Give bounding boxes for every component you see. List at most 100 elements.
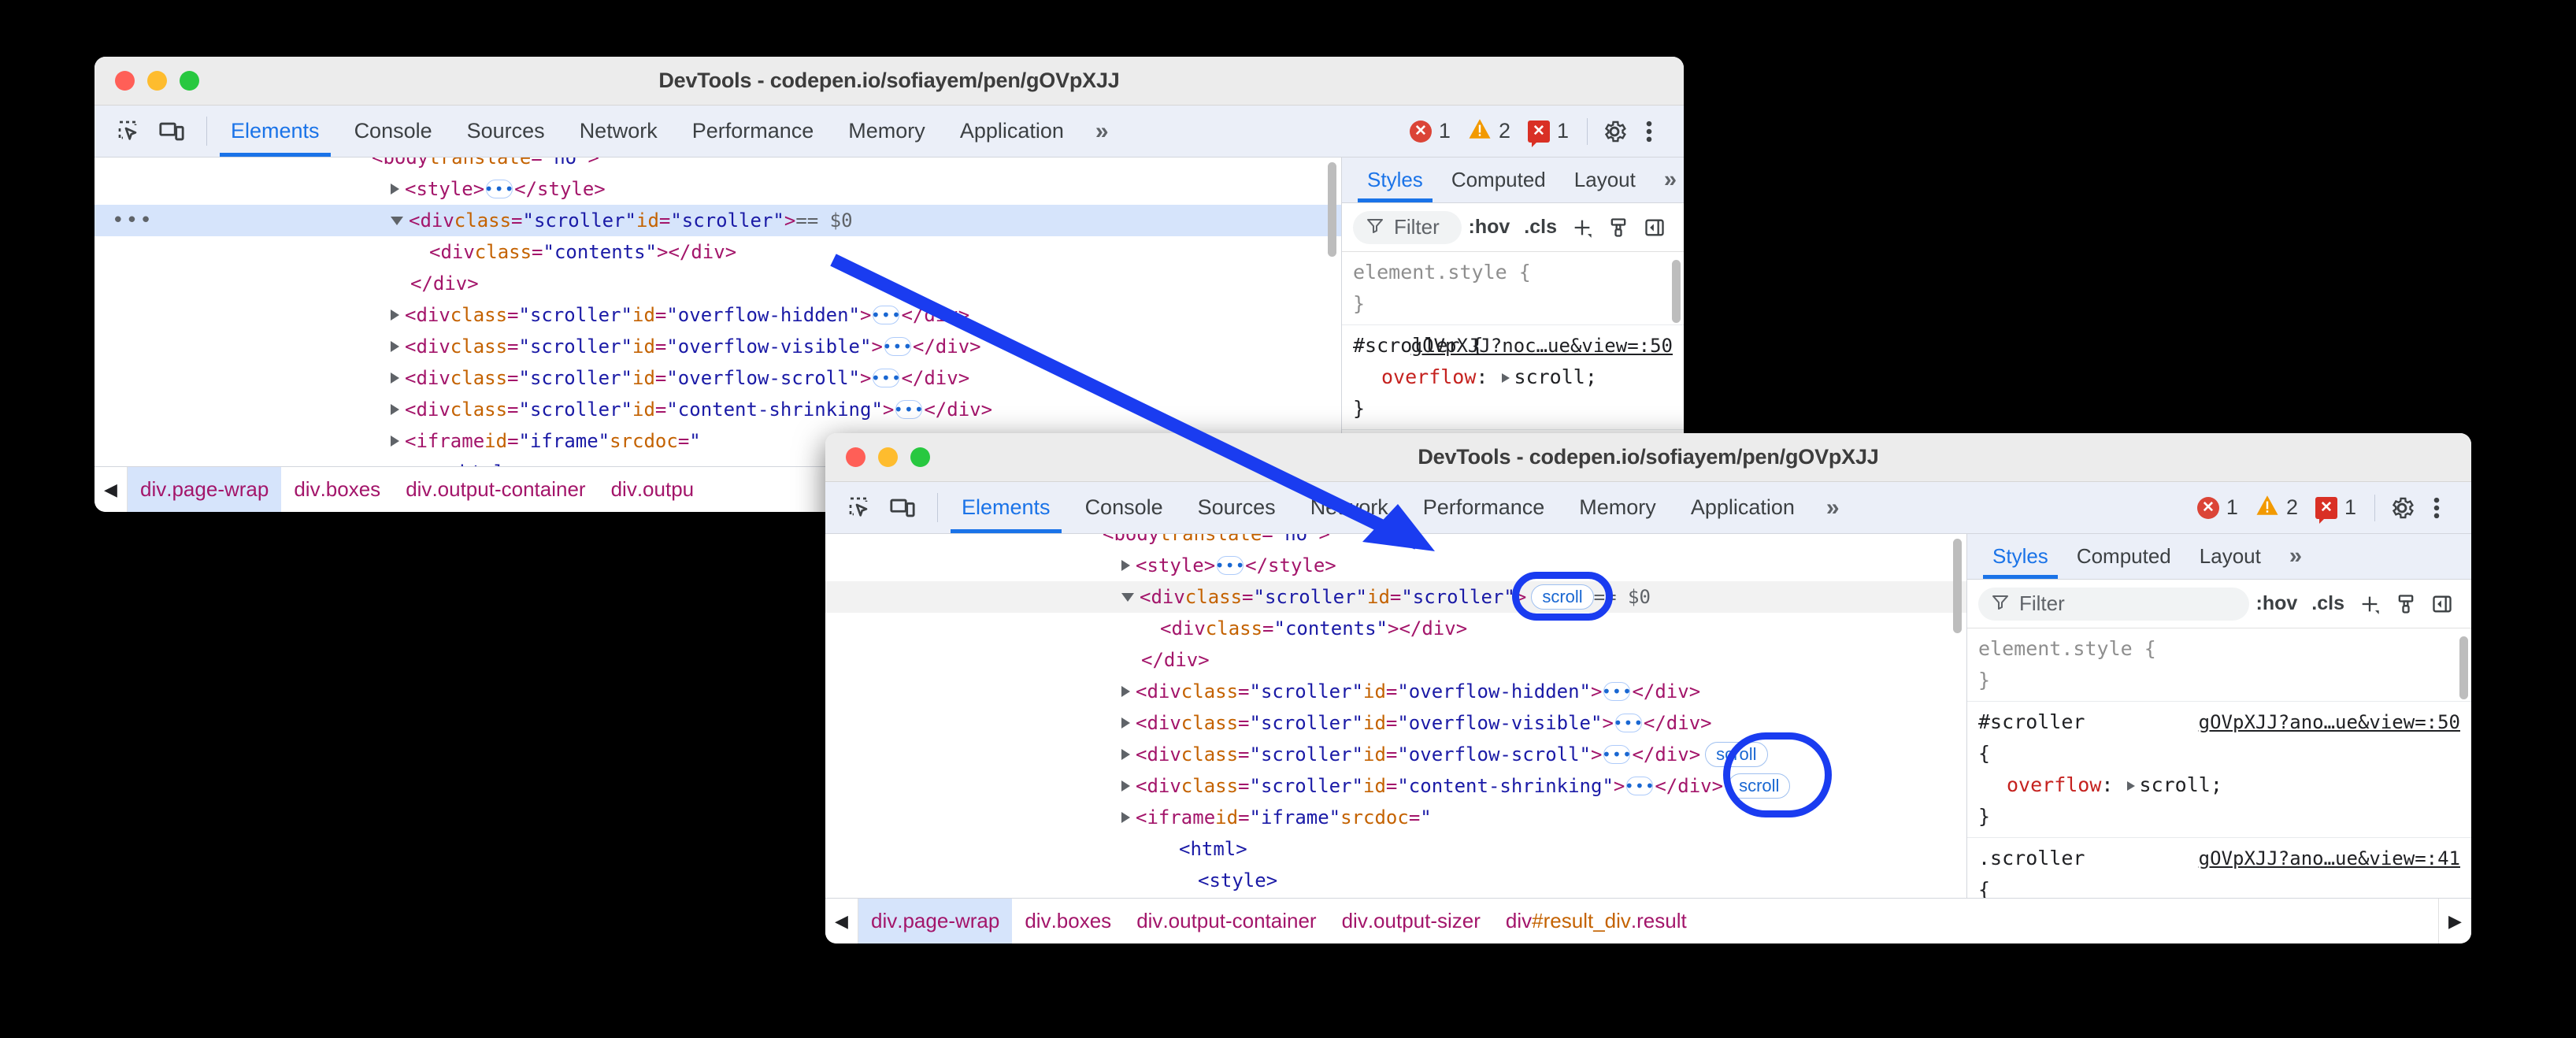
- cls-toggle-button[interactable]: .cls: [2304, 592, 2352, 615]
- expand-ellipsis-icon[interactable]: •••: [484, 180, 514, 198]
- css-source-link[interactable]: gOVpXJJ?ano…ue&view=:41: [2199, 843, 2460, 874]
- maximize-window-button[interactable]: [910, 447, 930, 467]
- scroll-adorner-badge[interactable]: scroll: [1531, 584, 1594, 610]
- gear-icon[interactable]: [1597, 114, 1632, 149]
- dom-tree-row[interactable]: <div class = "scroller" id = "content-shrink…: [825, 770, 1966, 802]
- tab-console[interactable]: Console: [1068, 482, 1181, 533]
- more-tabs-chevron-icon[interactable]: »: [1812, 482, 1851, 533]
- maximize-window-button[interactable]: [180, 71, 199, 91]
- tab-network[interactable]: Network: [562, 106, 675, 157]
- window-2-titlebar[interactable]: DevTools - codepen.io/sofiayem/pen/gOVpX…: [825, 433, 2471, 482]
- issue-counter[interactable]: ✕ 1: [1519, 119, 1577, 147]
- expand-triangle-closed-icon[interactable]: [391, 404, 399, 415]
- close-window-button[interactable]: [115, 71, 135, 91]
- window-1-devtools-toolbar[interactable]: Elements Console Sources Network Performance…: [95, 106, 1684, 158]
- styles-scrollbar[interactable]: [1672, 260, 1681, 323]
- tab-network[interactable]: Network: [1293, 482, 1406, 533]
- style-filter-input[interactable]: Filter: [1353, 210, 1462, 244]
- styles-tab-layout[interactable]: Layout: [2185, 534, 2275, 579]
- window-1-titlebar[interactable]: DevTools - codepen.io/sofiayem/pen/gOVpX…: [95, 57, 1684, 106]
- expand-triangle-closed-icon[interactable]: [391, 436, 399, 447]
- dom-tree-row[interactable]: <div class = "scroller" id = "scroller" > scro…: [825, 581, 1966, 613]
- issue-counter[interactable]: ✕ 1: [2307, 495, 2365, 524]
- cls-toggle-button[interactable]: .cls: [1517, 216, 1564, 239]
- expand-triangle-closed-icon[interactable]: [1121, 780, 1130, 791]
- tab-memory[interactable]: Memory: [831, 106, 943, 157]
- dom-tree-row[interactable]: <div class = "contents" ></div>: [95, 236, 1341, 268]
- breadcrumb-item[interactable]: div .page-wrap: [128, 467, 282, 512]
- css-selector-line[interactable]: #scroller {gOVpXJJ?noc…ue&view=:50: [1353, 330, 1684, 361]
- dom-tree-row[interactable]: ••• <div class = "scroller" id = "scroller" > …: [95, 205, 1341, 236]
- expand-triangle-open-icon[interactable]: [391, 216, 403, 225]
- expand-triangle-closed-icon[interactable]: [391, 373, 399, 384]
- tab-memory[interactable]: Memory: [1562, 482, 1673, 533]
- window-2-styles-tabs[interactable]: Styles Computed Layout»: [1967, 534, 2471, 580]
- breadcrumb-item[interactable]: div .boxes: [1012, 899, 1124, 943]
- dom-tree-row[interactable]: </div>: [825, 644, 1966, 676]
- panel-collapse-icon[interactable]: [2424, 593, 2460, 615]
- css-selector-line[interactable]: element.style {: [1353, 257, 1684, 288]
- kebab-menu-icon[interactable]: [2419, 491, 2454, 525]
- css-property-value[interactable]: scroll;: [1514, 365, 1597, 388]
- expand-ellipsis-icon[interactable]: •••: [1215, 556, 1245, 575]
- css-selector-line[interactable]: element.style {: [1978, 633, 2471, 665]
- expand-triangle-open-icon[interactable]: [1121, 592, 1134, 602]
- expand-ellipsis-icon[interactable]: •••: [1602, 745, 1632, 764]
- css-selector-line[interactable]: .scroller gOVpXJJ?ano…ue&view=:41: [1978, 843, 2471, 874]
- inspect-cursor-icon[interactable]: [843, 491, 877, 525]
- dom-tree-scrollbar[interactable]: [1328, 162, 1336, 257]
- dom-tree-row[interactable]: <body translate = "no" >: [825, 534, 1966, 550]
- css-source-link[interactable]: gOVpXJJ?ano…ue&view=:50: [2199, 706, 2460, 738]
- window-2-css-rules[interactable]: element.style {} #scroller gOVpXJJ?ano…ue&…: [1967, 628, 2471, 898]
- breadcrumb-item[interactable]: div .page-wrap: [858, 899, 1013, 943]
- css-rule-block[interactable]: element.style {}: [1967, 628, 2471, 702]
- styles-more-tabs-chevron-icon[interactable]: »: [1650, 158, 1684, 202]
- expand-ellipsis-icon[interactable]: •••: [882, 337, 912, 356]
- dom-tree-row[interactable]: <body translate = "no" >: [95, 158, 1341, 173]
- minimize-window-button[interactable]: [878, 447, 898, 467]
- window-1-styles-tabs[interactable]: Styles Computed Layout»: [1342, 158, 1684, 203]
- dom-tree-row[interactable]: <style>: [825, 865, 1966, 896]
- css-selector[interactable]: .scroller: [1978, 847, 2085, 869]
- panel-collapse-icon[interactable]: [1636, 217, 1673, 239]
- expand-triangle-closed-icon[interactable]: [391, 184, 399, 195]
- window-2-traffic-lights[interactable]: [846, 447, 930, 467]
- tab-sources[interactable]: Sources: [1181, 482, 1293, 533]
- dom-tree-row[interactable]: <style> ••• </style>: [95, 173, 1341, 205]
- breadcrumb-item[interactable]: div .output-container: [393, 467, 598, 512]
- scroll-adorner-badge[interactable]: scroll: [1728, 773, 1791, 799]
- plus-icon[interactable]: [1564, 217, 1600, 239]
- styles-tab-computed[interactable]: Computed: [2063, 534, 2185, 579]
- row-context-menu-icon[interactable]: •••: [112, 210, 154, 231]
- styles-tab-layout[interactable]: Layout: [1560, 158, 1650, 202]
- dom-tree-row[interactable]: <iframe id = "iframe" srcdoc = ": [825, 802, 1966, 833]
- dom-tree-row[interactable]: <div class = "scroller" id = "overflow-scrol…: [95, 362, 1341, 394]
- error-counter[interactable]: ✕ 1: [1401, 119, 1459, 143]
- expand-triangle-closed-icon[interactable]: [1121, 686, 1130, 697]
- breadcrumb-item[interactable]: div .output-container: [1124, 899, 1329, 943]
- expand-triangle-closed-icon[interactable]: [1121, 749, 1130, 760]
- expand-value-triangle-icon[interactable]: [2126, 781, 2135, 791]
- expand-ellipsis-icon[interactable]: •••: [1613, 714, 1643, 732]
- expand-value-triangle-icon[interactable]: [1501, 373, 1510, 383]
- dom-tree-row[interactable]: <div class = "scroller" id = "overflow-hidde…: [825, 676, 1966, 707]
- gear-icon[interactable]: [2385, 491, 2419, 525]
- expand-triangle-closed-icon[interactable]: [1121, 812, 1130, 823]
- window-2-styles-pane[interactable]: StylesComputedLayout» Filter :hov .cls: [1967, 534, 2471, 898]
- plus-icon[interactable]: [2352, 593, 2388, 615]
- dom-tree-scrollbar[interactable]: [1953, 539, 1962, 633]
- expand-ellipsis-icon[interactable]: •••: [894, 400, 924, 419]
- css-selector[interactable]: element.style {: [1353, 261, 1531, 284]
- css-rule-block[interactable]: .scrollergOVpXJJ?ano…ue&view=:41{height:…: [1967, 838, 2471, 898]
- window-1-dom-tree[interactable]: <body translate = "no" > <style> ••• </style> •…: [95, 158, 1341, 466]
- dom-tree-row[interactable]: <div class = "scroller" id = "overflow-scrol…: [825, 739, 1966, 770]
- tab-console[interactable]: Console: [337, 106, 450, 157]
- breadcrumb-back-arrow[interactable]: ◀: [825, 899, 858, 943]
- dom-tree-row[interactable]: <div class = "scroller" id = "overflow-visib…: [95, 331, 1341, 362]
- more-tabs-chevron-icon[interactable]: »: [1081, 106, 1120, 157]
- css-property-name[interactable]: overflow: [2007, 773, 2101, 796]
- breadcrumb-item[interactable]: div .outpu: [599, 467, 707, 512]
- hov-toggle-button[interactable]: :hov: [2249, 592, 2305, 615]
- tab-elements[interactable]: Elements: [213, 106, 337, 157]
- css-rule-block[interactable]: #scroller gOVpXJJ?ano…ue&view=:50 {overflo…: [1967, 702, 2471, 838]
